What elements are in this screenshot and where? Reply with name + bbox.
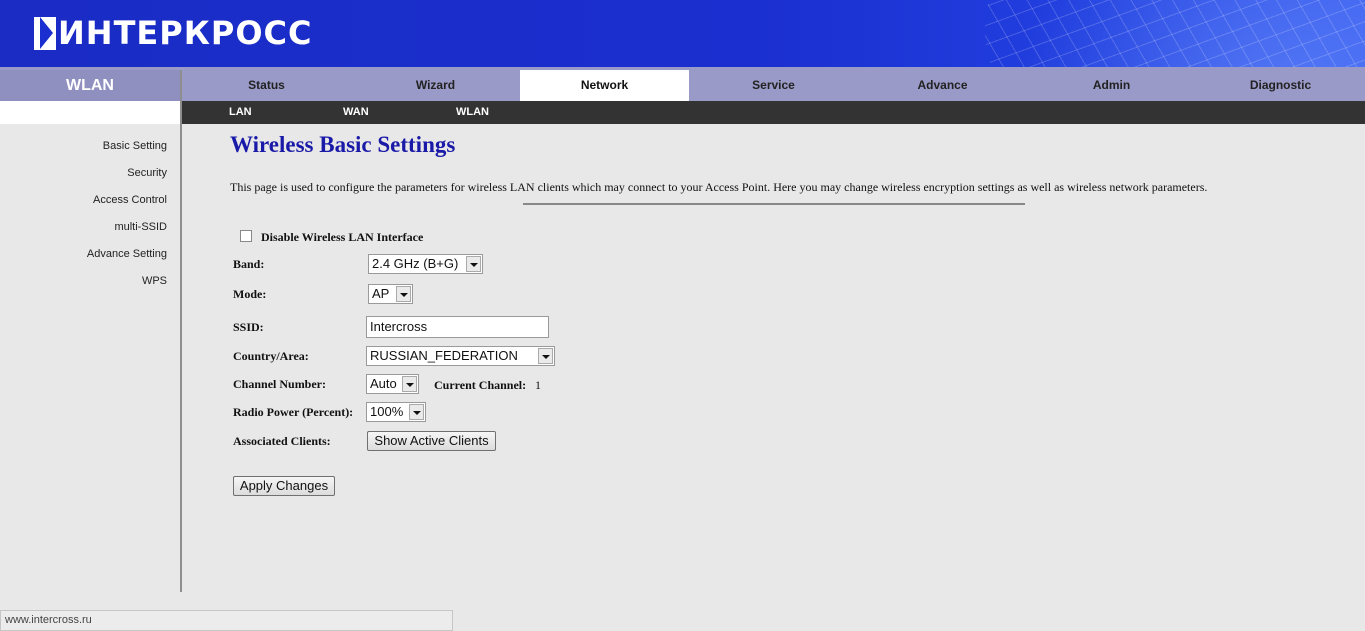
band-label: Band: bbox=[233, 257, 265, 271]
tab-wizard[interactable]: Wizard bbox=[351, 70, 520, 101]
sidebar-item-multi-ssid[interactable]: multi-SSID bbox=[114, 221, 167, 233]
globe-graphic bbox=[985, 0, 1365, 67]
current-channel-label: Current Channel: bbox=[434, 378, 527, 392]
status-bar-url: www.intercross.ru bbox=[0, 610, 453, 631]
tab-diagnostic[interactable]: Diagnostic bbox=[1196, 70, 1365, 101]
tab-status[interactable]: Status bbox=[182, 70, 351, 101]
sidebar-divider bbox=[180, 70, 182, 592]
current-channel-value: 1 bbox=[535, 378, 541, 392]
mode-label: Mode: bbox=[233, 287, 267, 301]
radio-power-label: Radio Power (Percent): bbox=[233, 405, 354, 419]
tab-service[interactable]: Service bbox=[689, 70, 858, 101]
country-select[interactable]: RUSSIAN_FEDERATION bbox=[366, 346, 555, 366]
sidebar-item-wps[interactable]: WPS bbox=[142, 275, 167, 287]
chevron-down-icon bbox=[409, 404, 424, 420]
mode-select[interactable]: AP bbox=[368, 284, 413, 304]
disable-wlan-label: Disable Wireless LAN Interface bbox=[261, 230, 424, 244]
page-description: This page is used to configure the param… bbox=[230, 180, 1208, 194]
logo: ИНТЕРКРОСС bbox=[34, 15, 312, 51]
associated-clients-label: Associated Clients: bbox=[233, 434, 331, 448]
header-banner: ИНТЕРКРОСС bbox=[0, 0, 1365, 67]
channel-select[interactable]: Auto bbox=[366, 374, 419, 394]
disable-wlan-checkbox[interactable] bbox=[240, 230, 252, 242]
radio-power-value: 100% bbox=[370, 404, 404, 419]
chevron-down-icon bbox=[466, 256, 481, 272]
band-select[interactable]: 2.4 GHz (B+G) bbox=[368, 254, 483, 274]
tab-admin[interactable]: Admin bbox=[1027, 70, 1196, 101]
page-title: Wireless Basic Settings bbox=[230, 132, 456, 157]
channel-value: Auto bbox=[370, 376, 397, 391]
sidebar-item-security[interactable]: Security bbox=[127, 167, 167, 179]
country-label: Country/Area: bbox=[233, 349, 309, 363]
mode-value: AP bbox=[372, 286, 390, 301]
sidebar-item-advance-setting[interactable]: Advance Setting bbox=[87, 248, 167, 260]
subnav-wlan[interactable]: WLAN bbox=[456, 101, 489, 124]
band-value: 2.4 GHz (B+G) bbox=[372, 256, 459, 271]
subnav-wan[interactable]: WAN bbox=[343, 101, 369, 124]
show-active-clients-button[interactable]: Show Active Clients bbox=[367, 431, 496, 451]
channel-label: Channel Number: bbox=[233, 377, 327, 391]
chevron-down-icon bbox=[538, 348, 553, 364]
sidebar-item-basic-setting[interactable]: Basic Setting bbox=[103, 140, 167, 152]
ssid-label: SSID: bbox=[233, 320, 264, 334]
tab-network[interactable]: Network bbox=[520, 70, 689, 101]
ssid-input[interactable]: Intercross bbox=[366, 316, 549, 338]
subnav-left-blank bbox=[0, 101, 180, 124]
sidebar-title: WLAN bbox=[0, 70, 180, 101]
tab-advance[interactable]: Advance bbox=[858, 70, 1027, 101]
subnav-bar bbox=[0, 101, 1365, 124]
logo-text: ИНТЕРКРОСС bbox=[58, 14, 313, 52]
sidebar-item-access-control[interactable]: Access Control bbox=[93, 194, 167, 206]
chevron-down-icon bbox=[396, 286, 411, 302]
divider bbox=[523, 203, 1025, 205]
radio-power-select[interactable]: 100% bbox=[366, 402, 426, 422]
main-tabs: Status Wizard Network Service Advance Ad… bbox=[182, 70, 1365, 101]
apply-changes-button[interactable]: Apply Changes bbox=[233, 476, 335, 496]
subnav-lan[interactable]: LAN bbox=[229, 101, 252, 124]
chevron-down-icon bbox=[402, 376, 417, 392]
country-value: RUSSIAN_FEDERATION bbox=[370, 348, 518, 363]
logo-mark-icon bbox=[34, 16, 56, 50]
